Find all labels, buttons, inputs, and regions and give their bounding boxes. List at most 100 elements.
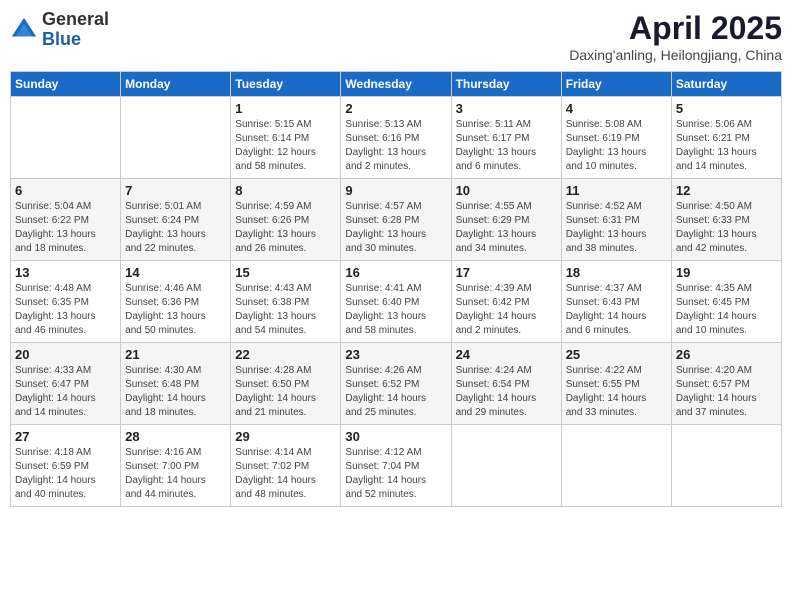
day-number: 16 [345, 265, 446, 280]
day-info: Sunrise: 4:22 AM Sunset: 6:55 PM Dayligh… [566, 364, 667, 420]
calendar-cell: 15Sunrise: 4:43 AM Sunset: 6:38 PM Dayli… [231, 261, 341, 343]
calendar-cell: 12 Sunrise: 4:50 AM Sunset: 6:33 PM Dayli… [671, 179, 781, 261]
calendar-cell: 29 Sunrise: 4:14 AM Sunset: 7:02 PM Dayli… [231, 425, 341, 507]
month-year: April 2025 [569, 10, 782, 47]
day-info: Sunrise: 4:28 AM Sunset: 6:50 PM Dayligh… [235, 364, 336, 420]
day-info: Sunrise: 4:57 AM Sunset: 6:28 PM Dayligh… [345, 200, 446, 256]
calendar-cell: 24 Sunrise: 4:24 AM Sunset: 6:54 PM Dayli… [451, 343, 561, 425]
calendar-cell: 2Sunrise: 5:13 AM Sunset: 6:16 PM Daylig… [341, 97, 451, 179]
day-info: Sunrise: 4:43 AM Sunset: 6:38 PM Dayligh… [235, 282, 336, 338]
day-number: 24 [456, 347, 557, 362]
day-number: 23 [345, 347, 446, 362]
day-number: 12 [676, 183, 777, 198]
day-number: 5 [676, 101, 777, 116]
day-number: 13 [15, 265, 116, 280]
day-info: Sunrise: 4:35 AM Sunset: 6:45 PM Dayligh… [676, 282, 777, 338]
calendar-cell [11, 97, 121, 179]
day-number: 3 [456, 101, 557, 116]
logo: General Blue [10, 10, 109, 50]
calendar-cell: 6 Sunrise: 5:04 AM Sunset: 6:22 PM Daylig… [11, 179, 121, 261]
day-info: Sunrise: 5:11 AM Sunset: 6:17 PM Dayligh… [456, 118, 557, 174]
day-number: 9 [345, 183, 446, 198]
day-number: 21 [125, 347, 226, 362]
day-number: 6 [15, 183, 116, 198]
day-info: Sunrise: 5:01 AM Sunset: 6:24 PM Dayligh… [125, 200, 226, 256]
calendar-cell: 23 Sunrise: 4:26 AM Sunset: 6:52 PM Dayli… [341, 343, 451, 425]
calendar-cell: 1 Sunrise: 5:15 AM Sunset: 6:14 PM Daylig… [231, 97, 341, 179]
day-info: Sunrise: 5:06 AM Sunset: 6:21 PM Dayligh… [676, 118, 777, 174]
day-info: Sunrise: 4:26 AM Sunset: 6:52 PM Dayligh… [345, 364, 446, 420]
calendar-cell: 19 Sunrise: 4:35 AM Sunset: 6:45 PM Dayli… [671, 261, 781, 343]
day-number: 29 [235, 429, 336, 444]
day-info: Sunrise: 4:16 AM Sunset: 7:00 PM Dayligh… [125, 446, 226, 502]
calendar-cell: 13 Sunrise: 4:48 AM Sunset: 6:35 PM Dayli… [11, 261, 121, 343]
day-info: Sunrise: 5:15 AM Sunset: 6:14 PM Dayligh… [235, 118, 336, 174]
day-info: Sunrise: 4:30 AM Sunset: 6:48 PM Dayligh… [125, 364, 226, 420]
day-info: Sunrise: 4:52 AM Sunset: 6:31 PM Dayligh… [566, 200, 667, 256]
day-info: Sunrise: 4:46 AM Sunset: 6:36 PM Dayligh… [125, 282, 226, 338]
calendar-cell [561, 425, 671, 507]
day-number: 10 [456, 183, 557, 198]
day-info: Sunrise: 4:41 AM Sunset: 6:40 PM Dayligh… [345, 282, 446, 338]
day-number: 18 [566, 265, 667, 280]
calendar-cell: 25Sunrise: 4:22 AM Sunset: 6:55 PM Dayli… [561, 343, 671, 425]
day-info: Sunrise: 5:13 AM Sunset: 6:16 PM Dayligh… [345, 118, 446, 174]
location: Daxing'anling, Heilongjiang, China [569, 47, 782, 63]
calendar-cell: 27Sunrise: 4:18 AM Sunset: 6:59 PM Dayli… [11, 425, 121, 507]
day-number: 22 [235, 347, 336, 362]
day-info: Sunrise: 4:24 AM Sunset: 6:54 PM Dayligh… [456, 364, 557, 420]
logo-blue-text: Blue [42, 29, 81, 49]
day-number: 11 [566, 183, 667, 198]
day-info: Sunrise: 4:12 AM Sunset: 7:04 PM Dayligh… [345, 446, 446, 502]
day-info: Sunrise: 4:37 AM Sunset: 6:43 PM Dayligh… [566, 282, 667, 338]
calendar-cell [451, 425, 561, 507]
day-number: 17 [456, 265, 557, 280]
day-number: 19 [676, 265, 777, 280]
day-number: 30 [345, 429, 446, 444]
calendar-cell: 16 Sunrise: 4:41 AM Sunset: 6:40 PM Dayli… [341, 261, 451, 343]
calendar-cell: 26Sunrise: 4:20 AM Sunset: 6:57 PM Dayli… [671, 343, 781, 425]
day-number: 8 [235, 183, 336, 198]
day-number: 1 [235, 101, 336, 116]
col-header-thursday: Thursday [451, 72, 561, 97]
calendar-cell: 9 Sunrise: 4:57 AM Sunset: 6:28 PM Daylig… [341, 179, 451, 261]
day-info: Sunrise: 4:14 AM Sunset: 7:02 PM Dayligh… [235, 446, 336, 502]
day-info: Sunrise: 4:18 AM Sunset: 6:59 PM Dayligh… [15, 446, 116, 502]
day-number: 14 [125, 265, 226, 280]
day-number: 4 [566, 101, 667, 116]
calendar-cell: 11 Sunrise: 4:52 AM Sunset: 6:31 PM Dayli… [561, 179, 671, 261]
page-header: General Blue April 2025 Daxing'anling, H… [10, 10, 782, 63]
col-header-tuesday: Tuesday [231, 72, 341, 97]
calendar-cell [121, 97, 231, 179]
logo-general-text: General [42, 9, 109, 29]
calendar-table: SundayMondayTuesdayWednesdayThursdayFrid… [10, 71, 782, 507]
day-info: Sunrise: 4:59 AM Sunset: 6:26 PM Dayligh… [235, 200, 336, 256]
calendar-cell: 8 Sunrise: 4:59 AM Sunset: 6:26 PM Daylig… [231, 179, 341, 261]
calendar-cell: 30 Sunrise: 4:12 AM Sunset: 7:04 PM Dayli… [341, 425, 451, 507]
calendar-cell: 3 Sunrise: 5:11 AM Sunset: 6:17 PM Daylig… [451, 97, 561, 179]
title-block: April 2025 Daxing'anling, Heilongjiang, … [569, 10, 782, 63]
col-header-friday: Friday [561, 72, 671, 97]
day-info: Sunrise: 4:50 AM Sunset: 6:33 PM Dayligh… [676, 200, 777, 256]
calendar-cell: 4 Sunrise: 5:08 AM Sunset: 6:19 PM Daylig… [561, 97, 671, 179]
calendar-cell [671, 425, 781, 507]
day-info: Sunrise: 4:33 AM Sunset: 6:47 PM Dayligh… [15, 364, 116, 420]
day-info: Sunrise: 4:55 AM Sunset: 6:29 PM Dayligh… [456, 200, 557, 256]
calendar-cell: 10 Sunrise: 4:55 AM Sunset: 6:29 PM Dayli… [451, 179, 561, 261]
col-header-saturday: Saturday [671, 72, 781, 97]
day-info: Sunrise: 5:04 AM Sunset: 6:22 PM Dayligh… [15, 200, 116, 256]
day-info: Sunrise: 4:48 AM Sunset: 6:35 PM Dayligh… [15, 282, 116, 338]
day-number: 20 [15, 347, 116, 362]
calendar-cell: 18 Sunrise: 4:37 AM Sunset: 6:43 PM Dayli… [561, 261, 671, 343]
day-info: Sunrise: 4:39 AM Sunset: 6:42 PM Dayligh… [456, 282, 557, 338]
calendar-cell: 7 Sunrise: 5:01 AM Sunset: 6:24 PM Daylig… [121, 179, 231, 261]
day-number: 7 [125, 183, 226, 198]
logo-icon [10, 16, 38, 44]
day-info: Sunrise: 4:20 AM Sunset: 6:57 PM Dayligh… [676, 364, 777, 420]
calendar-cell: 22 Sunrise: 4:28 AM Sunset: 6:50 PM Dayli… [231, 343, 341, 425]
day-info: Sunrise: 5:08 AM Sunset: 6:19 PM Dayligh… [566, 118, 667, 174]
col-header-wednesday: Wednesday [341, 72, 451, 97]
col-header-sunday: Sunday [11, 72, 121, 97]
calendar-cell: 17 Sunrise: 4:39 AM Sunset: 6:42 PM Dayli… [451, 261, 561, 343]
day-number: 28 [125, 429, 226, 444]
